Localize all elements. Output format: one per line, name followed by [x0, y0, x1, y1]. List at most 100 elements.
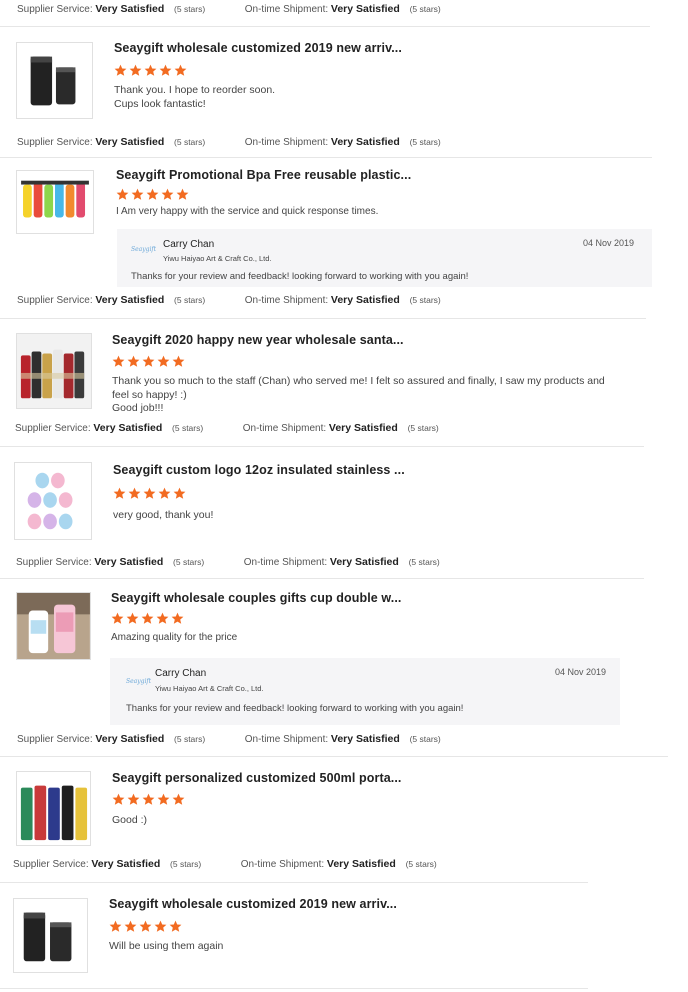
star-icon	[139, 920, 152, 933]
star-icon	[157, 355, 170, 368]
star-icon	[141, 612, 154, 625]
star-icon	[109, 920, 122, 933]
product-title[interactable]: Seaygift wholesale couples gifts cup dou…	[111, 591, 402, 605]
shipment-stars: (5 stars)	[409, 4, 441, 14]
product-title[interactable]: Seaygift custom logo 12oz insulated stai…	[113, 463, 405, 477]
star-icon	[116, 188, 129, 201]
star-icon	[172, 793, 185, 806]
star-rating	[113, 487, 188, 501]
divider	[0, 157, 652, 158]
star-icon	[112, 793, 125, 806]
color-flasks-image[interactable]	[16, 771, 91, 846]
reply-date: 04 Nov 2019	[583, 238, 635, 248]
supplier-service-label: Supplier Service:	[17, 4, 93, 15]
star-rating	[111, 612, 186, 626]
rating-line: Supplier Service: Very Satisfied (5 star…	[17, 136, 441, 148]
star-icon	[157, 793, 170, 806]
supplier-service-value: Very Satisfied	[95, 294, 165, 306]
divider	[0, 578, 644, 579]
supplier-service-stars: (5 stars)	[172, 423, 204, 433]
shipment-value: Very Satisfied	[330, 733, 400, 745]
divider	[0, 446, 644, 447]
star-icon	[154, 920, 167, 933]
supplier-service-value: Very Satisfied	[91, 858, 161, 870]
star-rating	[112, 793, 187, 807]
star-icon	[143, 487, 156, 500]
black-tumblers-image[interactable]	[16, 42, 93, 119]
divider	[0, 318, 646, 319]
star-icon	[128, 487, 141, 500]
star-icon	[172, 355, 185, 368]
supplier-service-label: Supplier Service:	[13, 859, 89, 870]
supplier-service-stars: (5 stars)	[170, 859, 202, 869]
shipment-label: On-time Shipment:	[244, 4, 329, 15]
star-icon	[169, 920, 182, 933]
product-title[interactable]: Seaygift personalized customized 500ml p…	[112, 771, 402, 785]
shipment-label: On-time Shipment:	[244, 734, 329, 745]
review-text: very good, thank you!	[113, 509, 214, 521]
shipment-stars: (5 stars)	[408, 557, 440, 567]
rating-line: Supplier Service: Very Satisfied (5 star…	[16, 556, 440, 568]
rating-line: Supplier Service: Very Satisfied (5 star…	[17, 294, 441, 306]
black-tumblers-image[interactable]	[13, 898, 88, 973]
star-icon	[156, 612, 169, 625]
star-rating	[112, 355, 187, 369]
star-icon	[171, 612, 184, 625]
colorful-bottles-image[interactable]	[16, 170, 94, 234]
shipment-label: On-time Shipment:	[244, 295, 329, 306]
supplier-service-value: Very Satisfied	[94, 556, 164, 568]
reply-author: Carry Chan	[155, 668, 207, 679]
supplier-service-label: Supplier Service:	[15, 423, 91, 434]
shipment-value: Very Satisfied	[328, 422, 398, 434]
supplier-service-label: Supplier Service:	[17, 295, 93, 306]
supplier-service-stars: (5 stars)	[173, 557, 205, 567]
couple-cups-image[interactable]	[16, 592, 91, 660]
shipment-value: Very Satisfied	[326, 858, 396, 870]
product-title[interactable]: Seaygift Promotional Bpa Free reusable p…	[116, 168, 411, 182]
supplier-service-stars: (5 stars)	[174, 137, 206, 147]
shipment-value: Very Satisfied	[330, 294, 400, 306]
rating-line: Supplier Service: Very Satisfied (5 star…	[13, 858, 437, 870]
product-title[interactable]: Seaygift 2020 happy new year wholesale s…	[112, 333, 404, 347]
reply-text: Thanks for your review and feedback! loo…	[131, 271, 469, 282]
shipment-value: Very Satisfied	[329, 556, 399, 568]
star-icon	[126, 612, 139, 625]
star-icon	[114, 64, 127, 77]
shipment-label: On-time Shipment:	[242, 423, 327, 434]
star-rating	[116, 188, 191, 202]
reply-text: Thanks for your review and feedback! loo…	[126, 703, 464, 714]
divider	[0, 756, 668, 757]
product-title[interactable]: Seaygift wholesale customized 2019 new a…	[114, 41, 402, 55]
product-title[interactable]: Seaygift wholesale customized 2019 new a…	[109, 897, 397, 911]
star-icon	[159, 64, 172, 77]
star-icon	[124, 920, 137, 933]
review-text: Amazing quality for the price	[111, 632, 238, 643]
rating-line: Supplier Service: Very Satisfied (5 star…	[15, 422, 439, 434]
star-icon	[173, 487, 186, 500]
printed-bottles-image[interactable]	[16, 333, 92, 409]
pastel-cups-image[interactable]	[14, 462, 92, 540]
star-icon	[131, 188, 144, 201]
star-icon	[176, 188, 189, 201]
reply-company: Yiwu Haiyao Art & Craft Co., Ltd.	[163, 254, 272, 263]
star-icon	[144, 64, 157, 77]
review-text: Thank you. I hope to reorder soon. Cups …	[114, 84, 276, 110]
star-icon	[127, 355, 140, 368]
shipment-stars: (5 stars)	[409, 734, 441, 744]
divider	[0, 882, 588, 883]
supplier-logo: Seaygift	[131, 246, 157, 253]
supplier-logo: Seaygift	[126, 678, 152, 685]
supplier-service-value: Very Satisfied	[95, 136, 165, 148]
star-icon	[142, 793, 155, 806]
reply-author: Carry Chan	[163, 239, 215, 250]
shipment-value: Very Satisfied	[330, 136, 400, 148]
star-icon	[113, 487, 126, 500]
star-icon	[129, 64, 142, 77]
star-icon	[112, 355, 125, 368]
supplier-reply: Seaygift Carry Chan Yiwu Haiyao Art & Cr…	[110, 658, 620, 725]
star-icon	[161, 188, 174, 201]
star-icon	[146, 188, 159, 201]
supplier-service-label: Supplier Service:	[17, 137, 93, 148]
supplier-service-stars: (5 stars)	[174, 734, 206, 744]
review-text: Will be using them again	[109, 940, 224, 952]
